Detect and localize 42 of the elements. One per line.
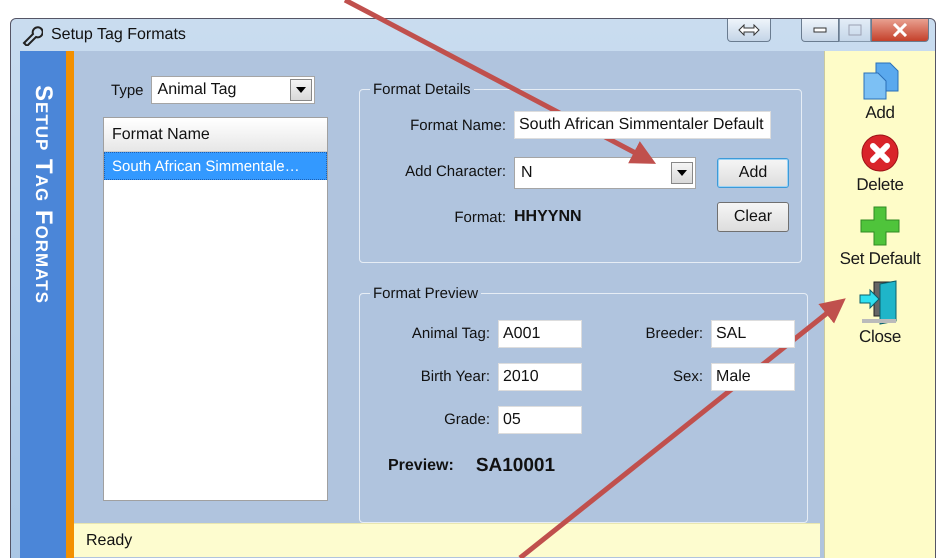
maximize-icon <box>848 24 862 36</box>
dropdown-caret-icon <box>296 87 306 93</box>
character-dropdown[interactable]: N <box>514 157 696 189</box>
field-label: Animal Tag: <box>410 325 490 342</box>
field-label: Grade: <box>443 411 490 428</box>
field-label: Format Name: <box>409 116 506 134</box>
double-arrow-icon <box>738 24 760 36</box>
input-field[interactable]: 2010 <box>498 362 582 390</box>
input-field[interactable]: Male <box>711 362 795 390</box>
input-field[interactable]: 05 <box>498 406 582 434</box>
minimize-icon <box>813 27 827 33</box>
set-default-button[interactable]: Set Default <box>825 203 935 271</box>
add-button[interactable]: Add <box>717 158 789 188</box>
group-title: Format Details <box>372 81 472 98</box>
input-field[interactable]: South African Simmentaler Default <box>514 111 771 139</box>
type-label: Type <box>111 82 144 98</box>
status-bar: Ready <box>74 523 820 557</box>
delete-button[interactable]: Delete <box>825 131 935 197</box>
dropdown-caret-icon <box>677 170 687 176</box>
input-field[interactable]: A001 <box>498 320 582 348</box>
type-dropdown[interactable]: Animal Tag <box>150 76 315 104</box>
input-field[interactable]: SAL <box>711 320 795 348</box>
format-value: HHYYNN <box>514 208 583 226</box>
preview-label: Preview: <box>388 456 454 474</box>
clear-button[interactable]: Clear <box>717 202 789 232</box>
add-button[interactable]: Add <box>825 59 935 125</box>
field-label: Birth Year: <box>420 368 490 385</box>
field-label: Breeder: <box>644 325 703 342</box>
plus-icon <box>859 205 901 247</box>
resize-button[interactable] <box>727 19 771 42</box>
group-title: Format Preview <box>372 285 480 302</box>
delete-icon <box>860 133 900 173</box>
close-icon <box>892 23 908 37</box>
minimize-button[interactable] <box>801 19 839 42</box>
close-window-button[interactable] <box>871 19 929 42</box>
window-title: Setup Tag Formats <box>51 26 187 44</box>
field-label: Sex: <box>672 368 703 385</box>
preview-value: SA10001 <box>476 454 556 476</box>
field-label: Add Character: <box>404 162 506 180</box>
banner-title: Setup Tag Formats <box>29 85 57 306</box>
field-label: Format: <box>453 208 506 226</box>
close-button[interactable]: Close <box>825 277 935 349</box>
